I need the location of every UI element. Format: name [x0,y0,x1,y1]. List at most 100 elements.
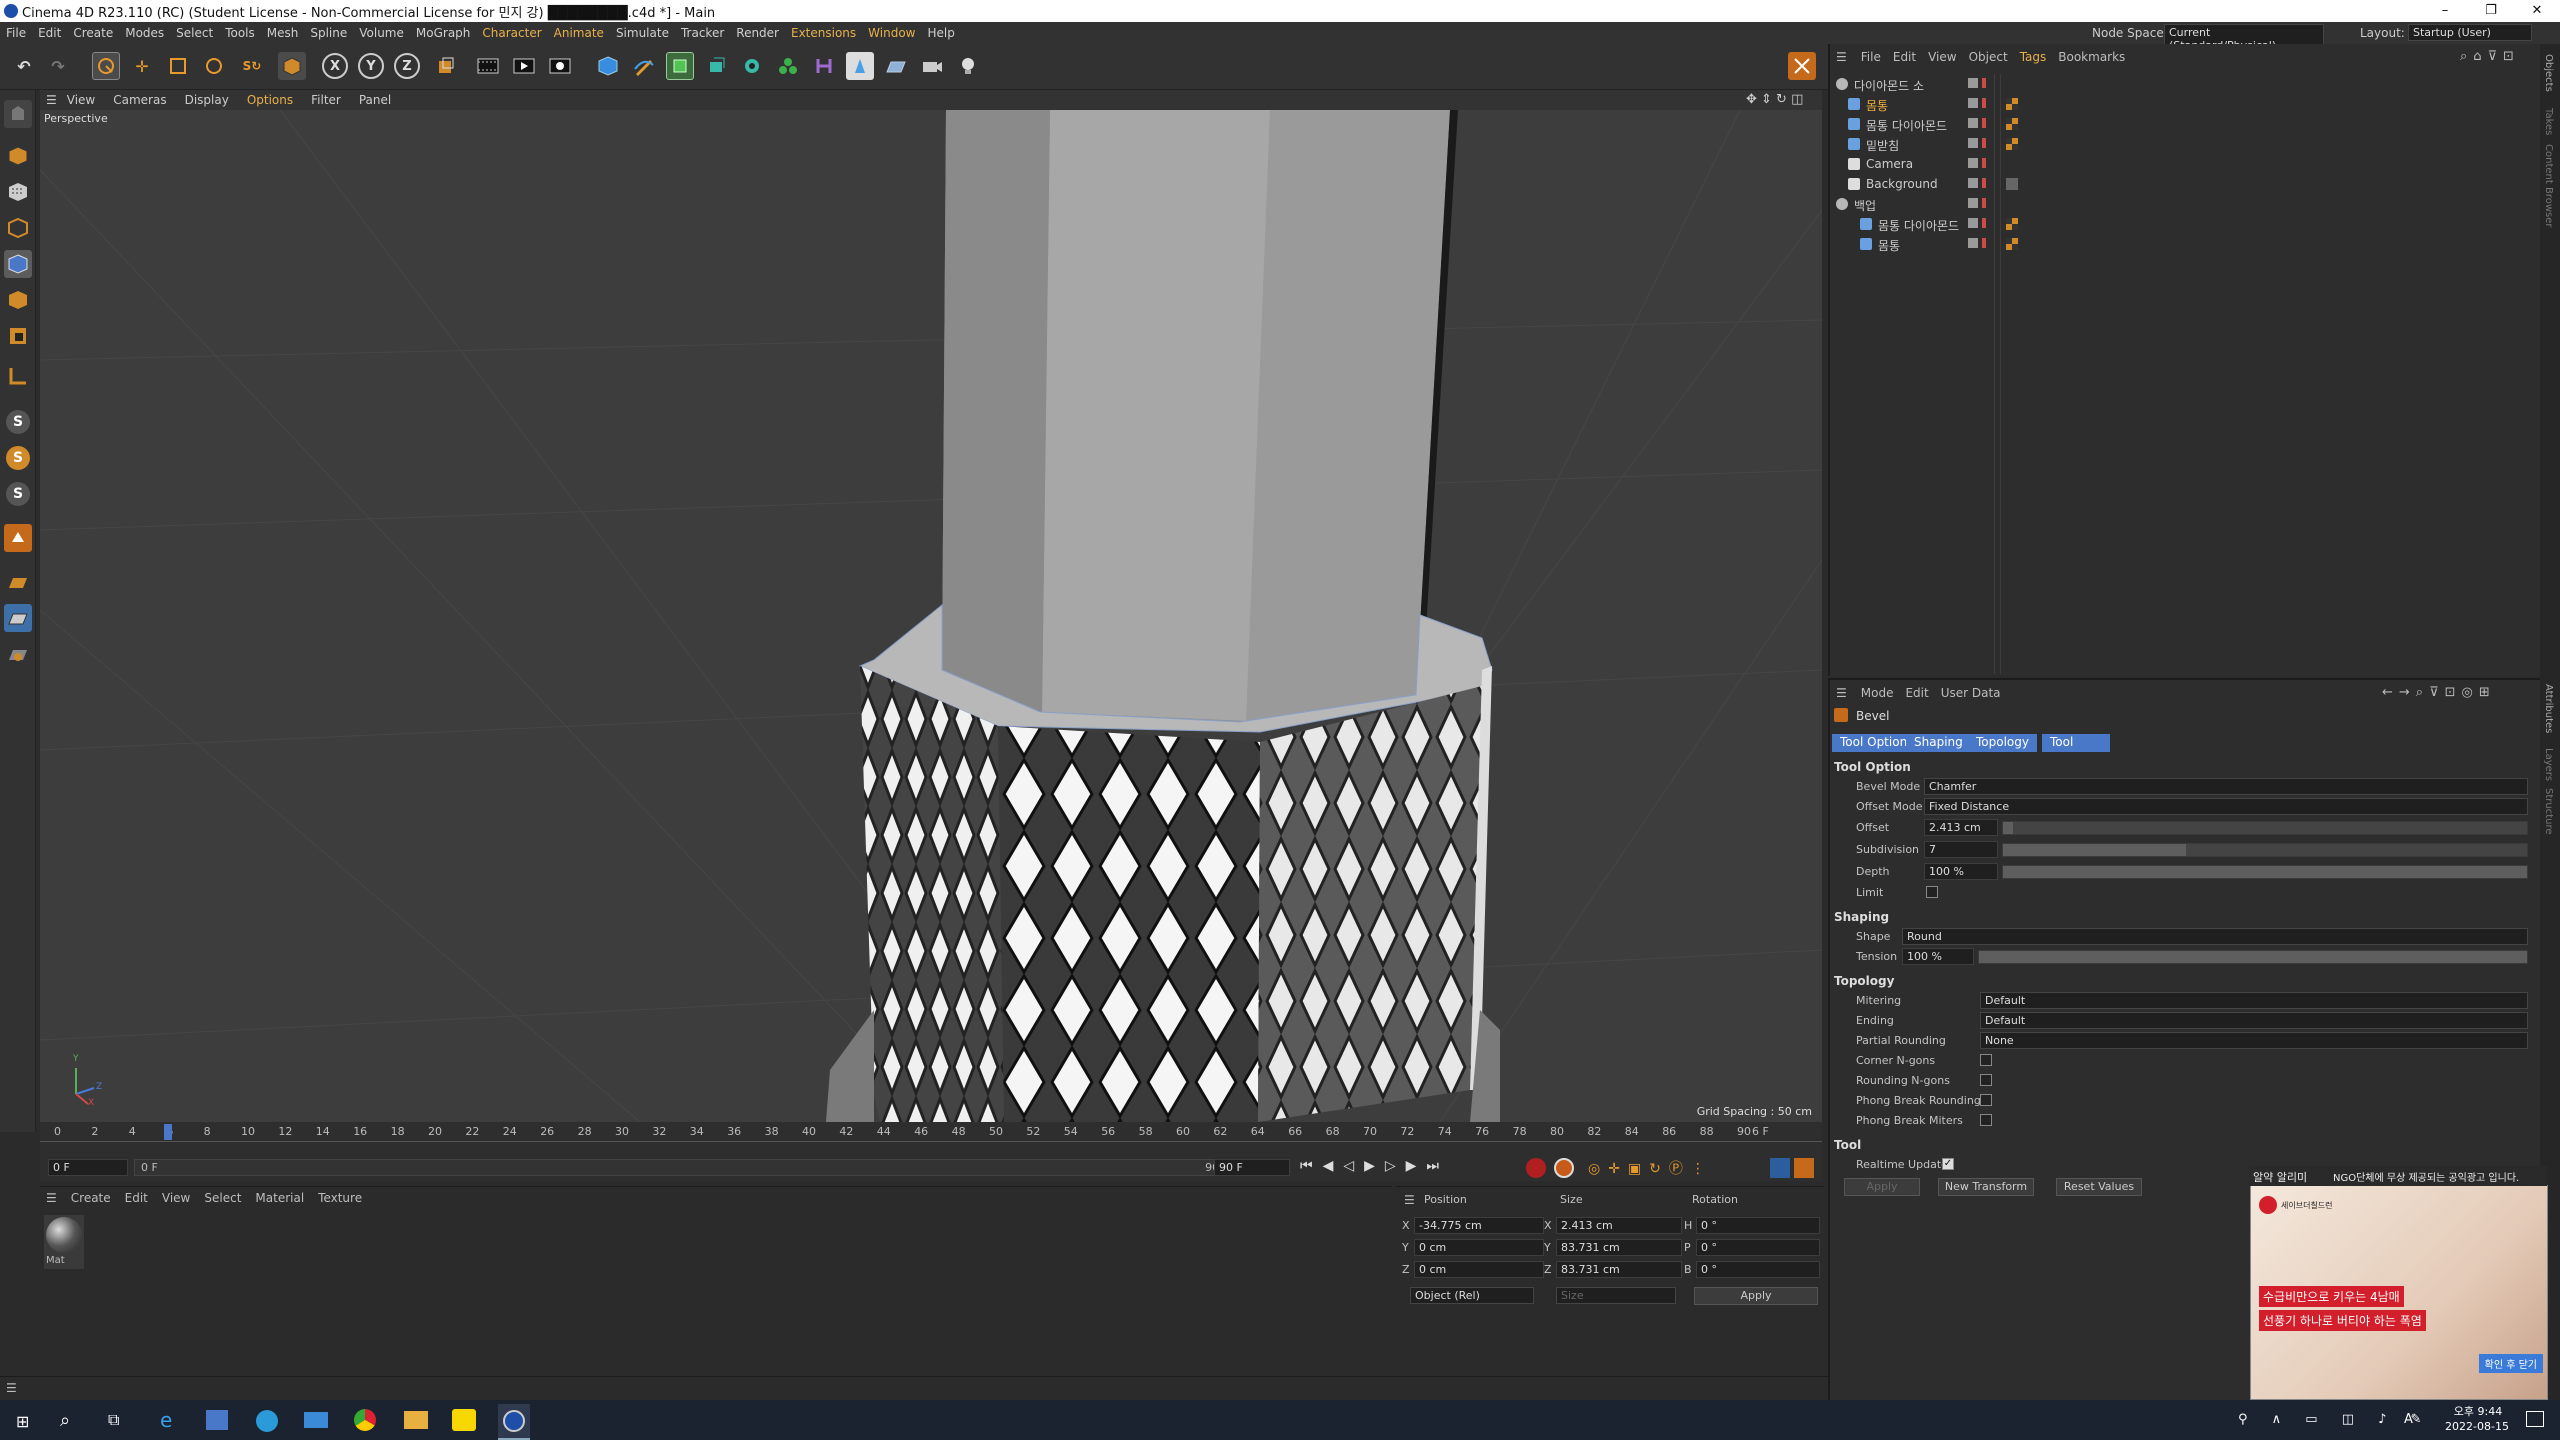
object-search-icons[interactable]: ⌕⌂⊽⊡ [2460,49,2520,64]
camera-icon[interactable] [918,52,946,80]
background-tag-icon[interactable] [2006,178,2018,190]
layer-visibility-icon[interactable] [1968,218,1978,228]
end-frame-field[interactable]: 90 F [1214,1159,1290,1176]
current-frame-field[interactable]: 6 F [1752,1125,1769,1138]
hamburger-icon[interactable]: ☰ [1404,1193,1415,1207]
snap-settings-icon[interactable]: S [6,446,30,470]
layer-visibility-icon[interactable] [1968,198,1978,208]
tab-structure[interactable]: Structure [2543,788,2554,835]
menu-simulate[interactable]: Simulate [610,26,675,40]
recent-tools-icon[interactable]: S↻ [238,52,266,80]
hamburger-icon[interactable]: ☰ [1836,686,1847,700]
ie-icon[interactable]: e [160,1408,172,1432]
layer-visibility-icon[interactable] [1968,138,1978,148]
snap-icon[interactable]: S [6,410,30,434]
object-row[interactable]: 밑받침 [1830,134,2540,154]
tab-layers[interactable]: Layers [2543,748,2554,781]
object-name[interactable]: 몸통 [1878,237,1900,254]
menu-file[interactable]: File [0,26,32,40]
attr-menu-edit[interactable]: Edit [1905,686,1928,700]
pos-y-field[interactable]: 0 cm [1414,1239,1544,1256]
points-mode-icon[interactable] [4,214,32,242]
preview-range-slider[interactable]: 0 F 90 F [134,1159,1236,1176]
coordinate-system-icon[interactable] [278,52,306,80]
editor-render-visibility-icon[interactable] [1982,158,1986,168]
object-name[interactable]: 몸통 다이아몬드 [1878,217,1959,234]
depth-field[interactable]: 100 % [1924,863,1998,880]
grid-workplane-icon[interactable] [4,604,32,632]
menu-character[interactable]: Character [476,26,547,40]
object-row[interactable]: Background [1830,174,2540,194]
apply-button[interactable]: Apply [1844,1178,1920,1196]
viewport-solo-icon[interactable] [1788,52,1816,80]
attribute-nav-icons[interactable]: ←→⌕⊽⊡◎⊞ [2382,685,2496,700]
ad-popup[interactable]: 알약 알리미 NGO단체에 무상 제공되는 공익광고 입니다. 세이브더칠드런 … [2249,1166,2548,1400]
size-y-field[interactable]: 83.731 cm [1556,1239,1682,1256]
windows-start-icon[interactable]: ⊞ [16,1412,29,1431]
object-name[interactable]: Camera [1866,157,1913,171]
render-region-icon[interactable] [474,52,502,80]
layer-visibility-icon[interactable] [1968,98,1978,108]
object-menu-object[interactable]: Object [1969,50,2008,64]
menu-edit[interactable]: Edit [32,26,67,40]
menu-help[interactable]: Help [922,26,961,40]
tab-tool[interactable]: Tool [2042,734,2110,752]
quantize-icon[interactable]: S [6,482,30,506]
timeline-window-icon[interactable] [1770,1158,1790,1178]
floor-icon[interactable] [882,52,910,80]
object-menu-file[interactable]: File [1861,50,1881,64]
material-menu-select[interactable]: Select [204,1191,241,1205]
texture-mode-icon[interactable] [4,178,32,206]
hamburger-icon[interactable]: ☰ [1836,50,1847,64]
rot-p-field[interactable]: 0 ° [1696,1239,1820,1256]
menu-tools[interactable]: Tools [219,26,261,40]
editor-render-visibility-icon[interactable] [1982,98,1986,108]
menu-window[interactable]: Window [862,26,921,40]
current-frame-marker[interactable] [164,1124,172,1140]
clock-date[interactable]: 2022-08-15 [2434,1420,2520,1433]
size-z-field[interactable]: 83.731 cm [1556,1261,1682,1278]
viewport-nav-icons[interactable]: ✥ ⇕ ↻ ◫ [1746,92,1803,107]
material-menu-create[interactable]: Create [71,1191,111,1205]
material-swatch[interactable]: Mat [44,1215,84,1269]
layer-visibility-icon[interactable] [1968,118,1978,128]
realtime-update-checkbox[interactable]: ✓ [1942,1158,1954,1170]
notification-icon[interactable] [2526,1411,2544,1427]
pen-icon[interactable] [630,52,658,80]
cube-icon[interactable] [594,52,622,80]
menu-extensions[interactable]: Extensions [785,26,862,40]
planar-workplane-icon[interactable] [4,568,32,596]
limit-checkbox[interactable] [1926,886,1938,898]
extrude-icon[interactable] [702,52,730,80]
menu-modes[interactable]: Modes [119,26,170,40]
object-row[interactable]: 다이아몬드 소 [1830,74,2540,94]
viewport-menu-filter[interactable]: Filter [311,93,341,107]
rounding-ngons-checkbox[interactable] [1980,1074,1992,1086]
viewport-menu-cameras[interactable]: Cameras [113,93,166,107]
tension-slider[interactable] [1978,950,2528,964]
editor-render-visibility-icon[interactable] [1982,218,1986,228]
polygons-mode-icon[interactable] [4,286,32,314]
object-row[interactable]: Camera [1830,154,2540,174]
editor-render-visibility-icon[interactable] [1982,78,1986,88]
editor-render-visibility-icon[interactable] [1982,178,1986,188]
rot-h-field[interactable]: 0 ° [1696,1217,1820,1234]
tab-objects[interactable]: Objects [2543,54,2554,92]
object-name[interactable]: 몸통 다이아몬드 [1866,117,1947,134]
layer-visibility-icon[interactable] [1968,158,1978,168]
ending-select[interactable]: Default [1980,1012,2528,1029]
shape-select[interactable]: Round [1902,928,2528,945]
object-menu-bookmarks[interactable]: Bookmarks [2058,50,2125,64]
phong-break-rounding-checkbox[interactable] [1980,1094,1992,1106]
pos-z-field[interactable]: 0 cm [1414,1261,1544,1278]
minimize-button[interactable]: – [2422,0,2468,22]
undo-icon[interactable]: ↶ [10,52,38,80]
texture-tag-icon[interactable] [2006,238,2018,250]
object-name[interactable]: 밑받침 [1866,137,1899,154]
ad-close-button[interactable]: 확인 후 닫기 [2478,1354,2543,1373]
transport-controls[interactable]: ⏮◀◁▶▷▶⏭ [1300,1158,1449,1174]
attr-menu-mode[interactable]: Mode [1861,686,1894,700]
search-icon[interactable]: ⌕ [60,1410,70,1431]
coords-apply-button[interactable]: Apply [1694,1287,1818,1305]
workplane-icon[interactable] [4,524,32,552]
